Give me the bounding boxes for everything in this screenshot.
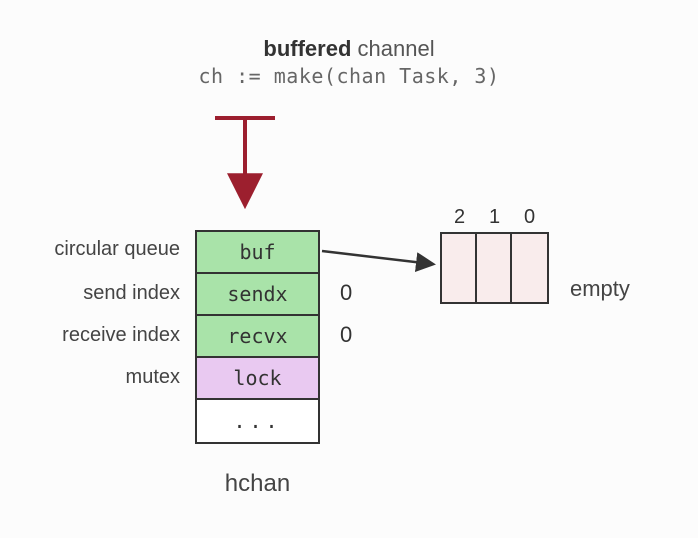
label-recvx: receive index [10, 324, 180, 347]
queue-slot-2 [442, 234, 477, 302]
field-lock: lock [197, 358, 318, 400]
struct-name: hchan [195, 470, 320, 498]
queue-index-0: 0 [512, 206, 547, 229]
label-sendx: send index [10, 282, 180, 305]
value-recvx: 0 [340, 322, 352, 348]
field-more: ... [197, 400, 318, 442]
title-rest: channel [351, 36, 434, 61]
buf-to-queue-arrow [322, 251, 432, 264]
label-buf: circular queue [10, 238, 180, 261]
hchan-struct: buf sendx recvx lock ... [195, 230, 320, 444]
field-recvx: recvx [197, 316, 318, 358]
value-sendx: 0 [340, 280, 352, 306]
label-lock: mutex [10, 366, 180, 389]
field-sendx: sendx [197, 274, 318, 316]
queue-index-2: 2 [442, 206, 477, 229]
circular-queue [440, 232, 549, 304]
code-line: ch := make(chan Task, 3) [0, 64, 698, 88]
diagram-title: buffered channel [0, 36, 698, 62]
queue-index-1: 1 [477, 206, 512, 229]
queue-slot-1 [477, 234, 512, 302]
title-bold: buffered [263, 36, 351, 61]
field-buf: buf [197, 232, 318, 274]
queue-slot-0 [512, 234, 547, 302]
queue-state-label: empty [570, 276, 630, 302]
